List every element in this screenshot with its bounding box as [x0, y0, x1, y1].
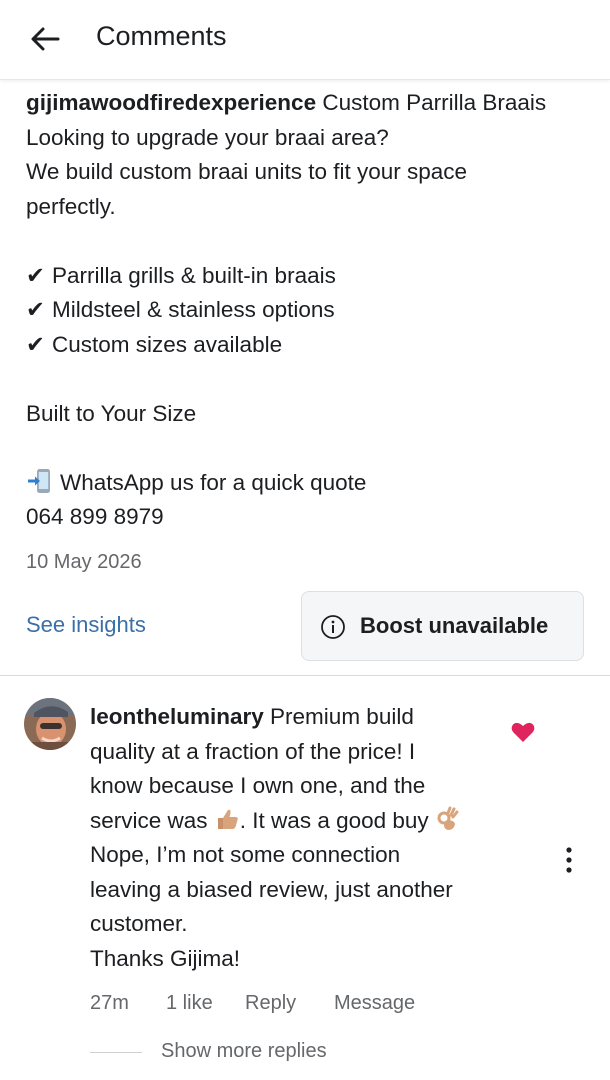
see-insights-link[interactable]: See insights — [26, 612, 146, 638]
caption-line: We build custom braai units to fit your … — [26, 159, 468, 184]
check-mark-icon: ✔ — [26, 262, 45, 288]
info-icon — [321, 615, 345, 639]
comment-text: leaving a biased review, just another — [90, 876, 453, 902]
whatsapp-text: WhatsApp us for a quick quote — [60, 469, 367, 495]
message-button[interactable]: Message — [334, 992, 415, 1015]
post-owner-username[interactable]: gijimawoodfiredexperience — [26, 90, 316, 115]
show-more-replies-button[interactable]: Show more replies — [161, 1040, 327, 1063]
arrow-left-icon[interactable] — [28, 22, 62, 56]
check-mark-icon: ✔ — [26, 331, 45, 357]
heart-like-icon[interactable] — [510, 720, 536, 744]
comment-text-with-emoji: service was . It was a good buy — [90, 804, 510, 839]
caption-first-line: gijimawoodfiredexperience Custom Parrill… — [26, 86, 601, 121]
mobile-phone-arrow-icon — [28, 468, 50, 493]
bullet-item: ✔ Mildsteel & stainless options — [26, 293, 601, 328]
bullet-text: Custom sizes available — [52, 331, 283, 357]
bullet-text: Parrilla grills & built-in braais — [52, 262, 336, 288]
comment-text: Nope, I’m not some connection — [90, 842, 401, 867]
ok-hand-icon — [437, 806, 459, 830]
whatsapp-line: WhatsApp us for a quick quote — [26, 466, 601, 501]
comment-text: quality at a fraction of the price! I — [90, 738, 416, 764]
comment-text: customer. — [90, 911, 188, 936]
boost-label: Boost unavailable — [360, 613, 549, 638]
comment-text: . It was a good buy — [239, 807, 435, 833]
check-mark-icon: ✔ — [26, 297, 45, 322]
caption-tagline: Built to Your Size — [26, 400, 197, 426]
comment-first-line: leontheluminary Premium build — [90, 700, 510, 735]
phone-number[interactable]: 064 899 8979 — [26, 500, 601, 535]
bullet-text: Mildsteel & stainless options — [52, 297, 335, 322]
post-date: 10 May 2026 — [26, 551, 142, 573]
comment-username[interactable]: leontheluminary — [90, 704, 264, 729]
caption-line: Looking to upgrade your braai area? — [26, 124, 389, 150]
comment-text: Thanks Gijima! — [90, 945, 241, 971]
caption-title: Custom Parrilla Braais — [316, 90, 547, 115]
section-divider — [0, 675, 610, 676]
more-options-icon[interactable] — [558, 845, 580, 875]
caption-line: perfectly. — [26, 193, 116, 219]
boost-unavailable-button[interactable]: Boost unavailable — [301, 591, 584, 661]
bullet-item: ✔ Parrilla grills & built-in braais — [26, 259, 601, 294]
avatar[interactable] — [24, 698, 76, 750]
comment-text: know because I own one, and the — [90, 773, 426, 798]
bullet-item: ✔ Custom sizes available — [26, 328, 601, 363]
top-app-bar: Comments — [0, 0, 610, 80]
comment-time: 27m — [90, 992, 129, 1014]
thumbs-up-icon — [217, 809, 238, 829]
page-title: Comments — [96, 21, 227, 51]
comment-text: Premium build — [263, 704, 414, 729]
comment-text: service was — [90, 807, 214, 833]
comment-likes[interactable]: 1 like — [166, 992, 213, 1015]
comment-body: leontheluminary Premium build quality at… — [90, 700, 510, 976]
replies-divider — [90, 1052, 142, 1053]
reply-button[interactable]: Reply — [245, 992, 296, 1015]
post-caption: gijimawoodfiredexperience Custom Parrill… — [26, 86, 601, 535]
